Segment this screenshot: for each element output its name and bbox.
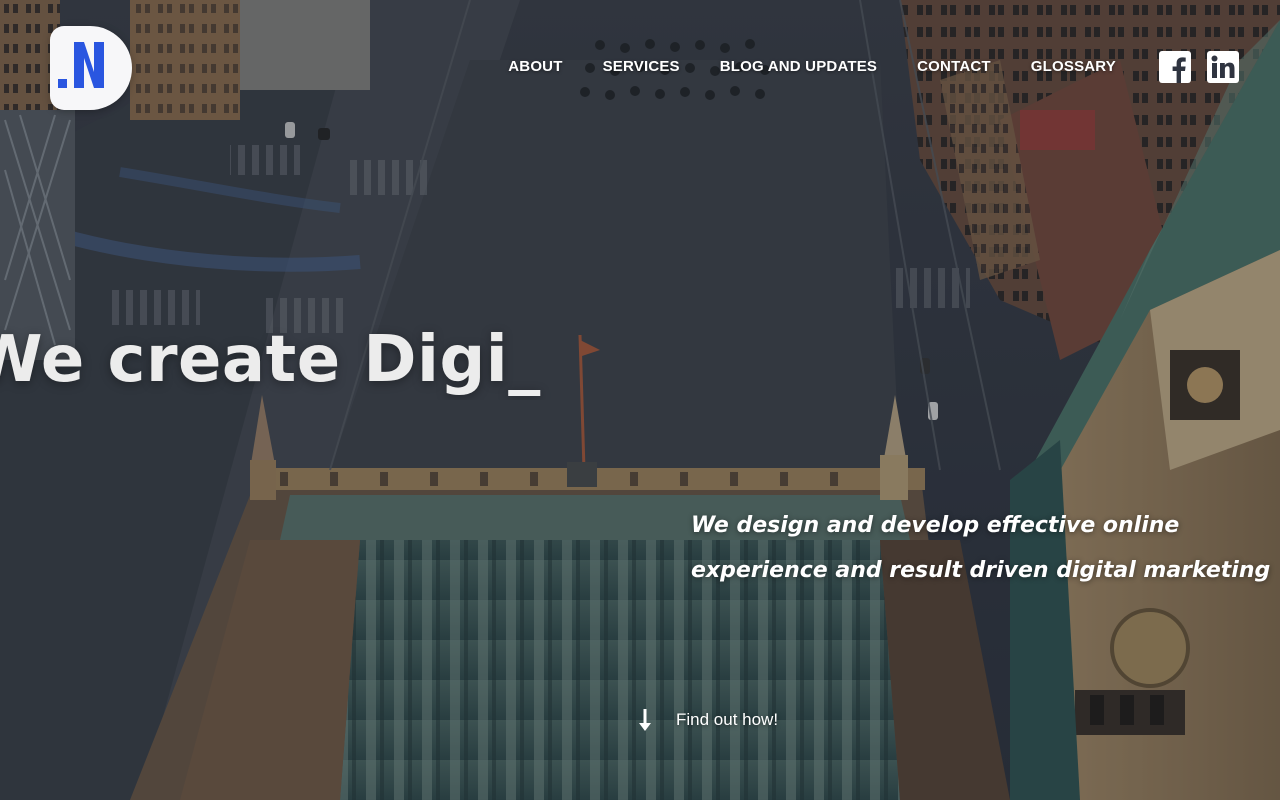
main-navigation: ABOUT SERVICES BLOG AND UPDATES CONTACT … — [508, 58, 1116, 75]
tagline-line-2: experience and result driven digital mar… — [691, 558, 1271, 583]
social-links — [1159, 51, 1239, 83]
tagline-line-1: We design and develop effective online — [691, 513, 1180, 538]
logo[interactable] — [50, 26, 132, 110]
nav-item-contact[interactable]: CONTACT — [917, 58, 991, 75]
linkedin-icon — [1207, 51, 1239, 83]
facebook-link[interactable] — [1159, 51, 1191, 83]
hero-headline: We create Digi_ — [0, 323, 541, 397]
nav-item-about[interactable]: ABOUT — [508, 58, 562, 75]
cta-label: Find out how! — [676, 710, 779, 729]
hero-overlay — [0, 0, 1280, 800]
agency-logo-icon — [58, 42, 104, 88]
landing-page: ABOUT SERVICES BLOG AND UPDATES CONTACT … — [0, 0, 1280, 800]
nav-item-glossary[interactable]: GLOSSARY — [1031, 58, 1116, 75]
hero-tagline: We design and develop effective online e… — [691, 503, 1271, 593]
facebook-icon — [1159, 51, 1191, 83]
arrow-down-icon — [639, 709, 651, 731]
nav-item-blog-and-updates[interactable]: BLOG AND UPDATES — [720, 58, 877, 75]
linkedin-link[interactable] — [1207, 51, 1239, 83]
nav-item-services[interactable]: SERVICES — [603, 58, 680, 75]
find-out-how-link[interactable]: Find out how! — [636, 707, 778, 733]
